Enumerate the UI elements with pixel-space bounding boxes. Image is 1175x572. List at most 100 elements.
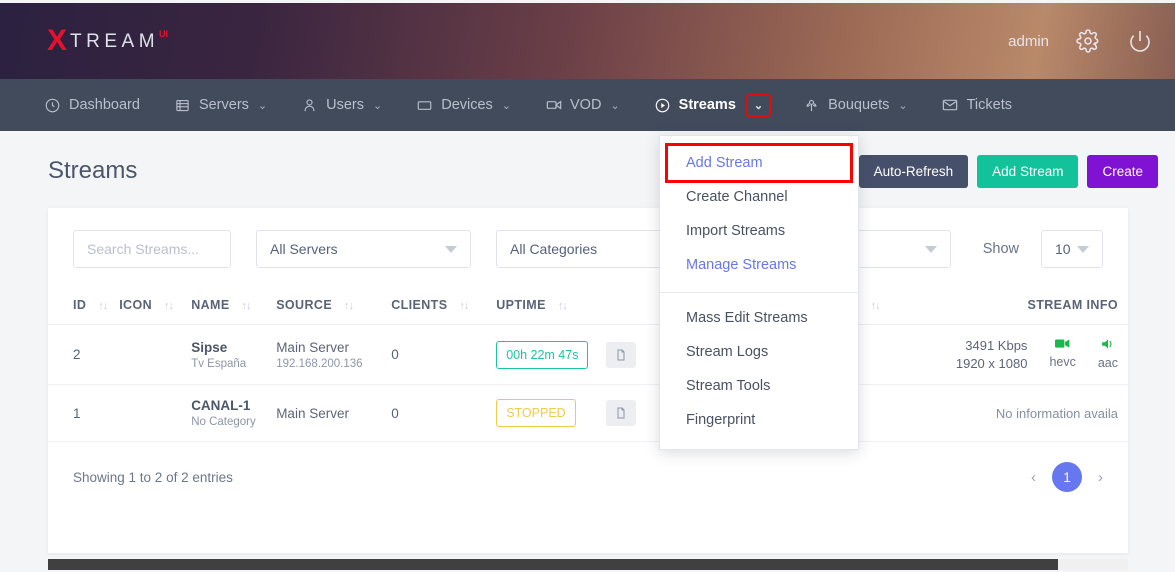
users-icon [301,97,318,114]
file-icon[interactable] [606,341,637,368]
chevron-down-icon-servers[interactable]: ⌄ [258,99,267,112]
status-badge: STOPPED [496,399,576,427]
cell-source: Main Server [270,384,386,442]
nav-label-streams: Streams [678,97,736,113]
nav-label-users: Users [326,97,364,113]
tickets-icon [942,97,959,114]
dropdown-divider [660,292,858,293]
column-source[interactable]: SOURCE ↑↓ [270,288,386,325]
admin-username[interactable]: admin [1008,33,1049,50]
dropdown-item-fingerprint[interactable]: Fingerprint [660,403,858,437]
auto-refresh-button[interactable]: Auto-Refresh [858,154,969,188]
stream-info-text: 3491 Kbps 1920 x 1080 [956,338,1028,371]
chevron-down-icon-vod[interactable]: ⌄ [610,99,619,112]
cell-name: CANAL-1 No Category [185,384,271,442]
pagination-page-1[interactable]: 1 [1052,462,1082,492]
dropdown-item-create-channel[interactable]: Create Channel [660,180,858,214]
search-input[interactable]: Search Streams... [73,230,231,268]
dropdown-item-manage-streams[interactable]: Manage Streams [660,248,858,282]
speaker-icon [1098,338,1118,353]
file-icon[interactable] [606,400,637,426]
cell-source: Main Server 192.168.200.136 [270,324,386,385]
horizontal-scrollbar[interactable] [48,559,1128,570]
cell-stream-info: 3491 Kbps 1920 x 1080 hevc aac [895,324,1128,385]
table-row[interactable]: 1 CANAL-1 No Category Main Server 0 STOP… [48,384,1128,442]
table-row[interactable]: 2 Sipse Tv España Main Server 192.168.20… [48,324,1128,385]
streams-card: Search Streams... All Servers All Catego… [48,208,1128,553]
servers-icon [174,97,191,114]
bouquets-icon [803,97,820,114]
column-stream-info: STREAM INFO [895,288,1128,325]
nav-label-devices: Devices [441,97,493,113]
stream-category: Tv España [191,357,247,370]
chevron-down-icon-streams[interactable]: ⌄ [745,93,772,117]
entries-summary: Showing 1 to 2 of 2 entries [73,469,233,485]
brand-logo[interactable]: X TREAM UI [47,26,168,56]
cell-stream-info: No information availa [895,384,1128,442]
chevron-down-icon-page-size [1077,245,1089,253]
add-stream-button[interactable]: Add Stream [977,154,1079,188]
dropdown-item-stream-tools[interactable]: Stream Tools [660,369,858,403]
sort-icon-id[interactable]: ↑↓ [98,300,108,312]
dashboard-icon [44,97,61,114]
nav-item-servers[interactable]: Servers ⌄ [174,79,267,131]
sort-icon-icon[interactable]: ↑↓ [164,300,174,312]
cell-id: 2 [48,324,114,385]
streams-table: ID ↑↓ ICON ↑↓ NAME ↑↓ SOURCE ↑↓ CLIENTS … [48,288,1128,442]
audio-codec-label: aac [1097,356,1118,370]
sort-icon-epg[interactable]: ↑↓ [871,300,881,312]
source-server: Main Server [276,339,349,355]
scrollbar-thumb[interactable] [48,559,1058,570]
dropdown-item-stream-logs[interactable]: Stream Logs [660,335,858,369]
show-label: Show [982,241,1019,257]
dropdown-item-mass-edit-streams[interactable]: Mass Edit Streams [660,301,858,335]
chevron-down-icon-server-select [445,245,457,253]
sort-icon-source[interactable]: ↑↓ [344,300,354,312]
power-icon[interactable] [1127,28,1153,54]
nav-item-vod[interactable]: VOD ⌄ [545,79,620,131]
table-footer: Showing 1 to 2 of 2 entries ‹ 1 › [48,442,1128,492]
dropdown-item-add-stream[interactable]: Add Stream [665,143,853,183]
nav-item-users[interactable]: Users ⌄ [301,79,382,131]
pagination: ‹ 1 › [1031,462,1103,492]
pagination-prev[interactable]: ‹ [1031,469,1036,486]
column-name[interactable]: NAME ↑↓ [185,288,271,325]
app-root: X TREAM UI admin Dashboard Servers ⌄ Use… [0,0,1175,572]
server-select[interactable]: All Servers [256,230,471,268]
sort-icon-name[interactable]: ↑↓ [241,300,251,312]
chevron-down-icon-users[interactable]: ⌄ [373,99,382,112]
nav-item-bouquets[interactable]: Bouquets ⌄ [803,79,908,131]
nav-label-dashboard: Dashboard [69,97,140,113]
cell-icon [113,324,186,385]
create-button[interactable]: Create [1087,154,1158,188]
column-label-icon: ICON [119,298,153,312]
cell-name: Sipse Tv España [185,324,271,385]
chevron-down-icon-bouquets[interactable]: ⌄ [898,99,907,112]
topbar-actions: admin [1008,28,1153,54]
streams-dropdown-menu: Add Stream Create Channel Import Streams… [659,135,859,450]
column-uptime[interactable]: UPTIME ↑↓ [490,288,601,325]
sort-icon-uptime[interactable]: ↑↓ [558,300,568,312]
nav-item-tickets[interactable]: Tickets [942,79,1012,131]
column-icon[interactable]: ICON ↑↓ [113,288,186,325]
vod-icon [545,97,562,114]
devices-icon [416,97,433,114]
gear-icon[interactable] [1075,28,1101,54]
brand-logo-text: TREAM [70,31,160,52]
sort-icon-clients[interactable]: ↑↓ [459,300,469,312]
page-size-select[interactable]: 10 [1041,230,1103,268]
page-header: Streams Auto-Refresh Add Stream Create [0,140,1175,202]
filter-row: Search Streams... All Servers All Catego… [48,208,1128,268]
nav-item-streams[interactable]: Streams ⌄ [654,79,772,131]
chevron-down-icon-devices[interactable]: ⌄ [502,99,511,112]
dropdown-item-import-streams[interactable]: Import Streams [660,214,858,248]
nav-item-dashboard[interactable]: Dashboard [44,79,140,131]
nav-item-devices[interactable]: Devices ⌄ [416,79,511,131]
column-clients[interactable]: CLIENTS ↑↓ [385,288,491,325]
column-id[interactable]: ID ↑↓ [48,288,114,325]
top-brand-bar: X TREAM UI admin [0,3,1175,79]
stream-category: No Category [191,416,256,428]
column-label-stream-info: STREAM INFO [1027,298,1118,312]
nav-label-vod: VOD [570,97,602,113]
pagination-next[interactable]: › [1098,469,1103,486]
